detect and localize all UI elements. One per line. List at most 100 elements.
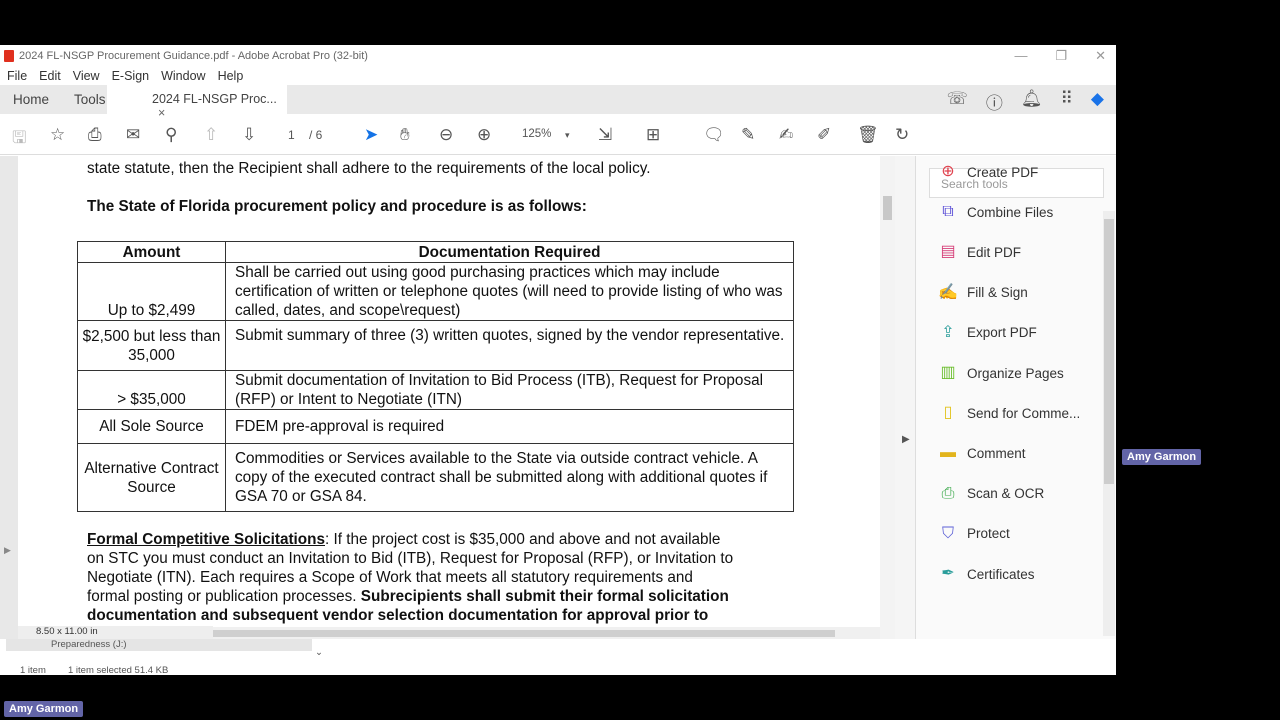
save-icon[interactable]: 🖫 (12, 125, 26, 154)
chevron-down-icon[interactable]: ⌄ (315, 647, 323, 658)
fill-sign-icon: ✍ (938, 283, 958, 301)
email-icon[interactable]: ✉ (126, 125, 140, 145)
pdf-page: state statute, then the Recipient shall … (18, 156, 880, 639)
table-row: Alternative Contract Source Commodities o… (77, 443, 794, 512)
page-number-input[interactable]: 1 (288, 128, 295, 142)
next-page-icon[interactable]: ⇩ (242, 125, 256, 145)
tool-export-pdf[interactable]: ⇪ Export PDF (938, 321, 1037, 345)
table-header: Amount Documentation Required (77, 241, 794, 263)
page-size-label: 8.50 x 11.00 in (18, 626, 213, 639)
table-row: > $35,000 Submit documentation of Invitat… (77, 370, 794, 410)
scroll-thumb[interactable] (210, 630, 835, 637)
creative-cloud-icon[interactable]: ◆ (1091, 89, 1104, 114)
paragraph-line: formal posting or publication processes.… (87, 587, 729, 606)
tool-certificates[interactable]: ✒ Certificates (938, 562, 1034, 586)
paragraph-label: Formal Competitive Solicitations (87, 531, 325, 548)
tool-organize-pages[interactable]: ▥ Organize Pages (938, 361, 1064, 385)
scan-ocr-icon: ⎙ (941, 484, 955, 502)
find-zoom-icon[interactable]: ⚲ (165, 125, 177, 145)
left-panel-expand-icon[interactable]: ▶ (4, 545, 11, 556)
participant-name-badge: Amy Garmon (1122, 449, 1202, 465)
bookmark-star-icon[interactable]: ☆ (50, 125, 65, 145)
participant-name-badge: Amy Garmon (4, 701, 84, 717)
tool-protect[interactable]: ⛉ Protect (938, 522, 1010, 546)
cell-amount: All Sole Source (77, 409, 226, 444)
zoom-in-icon[interactable]: ⊕ (477, 125, 491, 145)
paragraph-line: documentation and subsequent vendor sele… (87, 607, 709, 624)
tool-label: Combine Files (967, 204, 1054, 220)
window-title: 2024 FL-NSGP Procurement Guidance.pdf - … (19, 49, 368, 62)
apps-grid-icon[interactable]: ⠿ (1060, 89, 1072, 114)
scroll-thumb[interactable] (883, 196, 892, 220)
paragraph-text: formal posting or publication processes. (87, 588, 361, 605)
scroll-thumb[interactable] (1104, 219, 1114, 484)
tool-fill-sign[interactable]: ✍ Fill & Sign (938, 281, 1028, 305)
horizontal-scrollbar[interactable] (115, 627, 880, 639)
cell-doc: Shall be carried out using good purchasi… (225, 262, 794, 321)
tool-label: Fill & Sign (967, 285, 1028, 301)
zoom-level-dropdown[interactable]: 125% (522, 128, 551, 140)
cell-amount: > $35,000 (77, 370, 226, 410)
menu-edit[interactable]: Edit (39, 69, 61, 83)
menu-view[interactable]: View (73, 69, 100, 83)
tool-create-pdf[interactable]: ⊕ Create PDF (938, 160, 1038, 184)
acrobat-window: 2024 FL-NSGP Procurement Guidance.pdf - … (0, 45, 1116, 676)
table-row: Up to $2,499 Shall be carried out using g… (77, 262, 794, 321)
drive-item[interactable]: Preparedness (J:) (6, 639, 312, 651)
menu-window[interactable]: Window (161, 69, 205, 83)
right-panel-collapse[interactable]: ▶ (895, 156, 915, 639)
toolbar: 🖫 ☆ ⎙ ✉ ⚲ ⇧ ⇩ 1 / 6 ➤ ✋︎ ⊖ ⊕ 125% ▾ ⇲ ⊞ … (0, 115, 1116, 155)
certificates-icon: ✒ (941, 565, 955, 582)
cell-amount: Alternative Contract Source (77, 443, 226, 512)
tab-tools[interactable]: Tools (74, 92, 106, 107)
prev-page-icon[interactable]: ⇧ (204, 125, 218, 145)
page-fit-icon[interactable]: ⇲ (598, 125, 612, 145)
notifications-bell-icon[interactable]: 🔔︎ (1021, 89, 1043, 114)
measure-icon[interactable]: ⊞ (646, 125, 660, 145)
menu-bar: File Edit View E-Sign Window Help (0, 66, 1116, 85)
tool-scan-ocr[interactable]: ⎙ Scan & OCR (938, 482, 1045, 506)
close-button[interactable]: ✕ (1095, 48, 1106, 64)
tab-document-label: 2024 FL-NSGP Proc... (152, 92, 277, 106)
tab-document[interactable]: 2024 FL-NSGP Proc... × (107, 85, 287, 120)
menu-help[interactable]: Help (218, 69, 244, 83)
highlight-icon[interactable]: ✎ (741, 125, 755, 145)
cell-amount: Up to $2,499 (77, 262, 226, 321)
comment-tool-icon[interactable]: 🗨︎ (703, 125, 725, 145)
tool-comment[interactable]: ▬ Comment (938, 441, 1026, 465)
zoom-out-icon[interactable]: ⊖ (439, 125, 453, 145)
tool-label: Send for Comme... (967, 405, 1081, 421)
print-icon[interactable]: ⎙ (88, 125, 102, 145)
vertical-scrollbar[interactable] (880, 156, 895, 639)
share-feedback-icon[interactable]: ☏ (947, 89, 968, 114)
tab-home[interactable]: Home (13, 92, 49, 107)
tool-label: Create PDF (967, 164, 1039, 180)
section-heading: The State of Florida procurement policy … (87, 198, 587, 215)
tool-label: Export PDF (967, 325, 1037, 341)
menu-file[interactable]: File (7, 69, 27, 83)
minimize-button[interactable]: — (1014, 48, 1027, 64)
procurement-table: Amount Documentation Required Up to $2,49… (77, 241, 794, 512)
sign-icon[interactable]: ✍︎ (779, 125, 793, 145)
tool-edit-pdf[interactable]: ▤ Edit PDF (938, 240, 1021, 264)
hand-tool-icon[interactable]: ✋︎ (400, 125, 410, 145)
chevron-down-icon[interactable]: ▾ (565, 130, 570, 141)
cell-doc: Submit summary of three (3) written quot… (225, 320, 794, 371)
restore-button[interactable]: ❐ (1055, 48, 1067, 64)
tool-label: Comment (967, 445, 1026, 461)
create-pdf-icon: ⊕ (941, 163, 955, 180)
tool-combine-files[interactable]: ⧉ Combine Files (938, 200, 1053, 224)
tools-scrollbar[interactable] (1103, 211, 1115, 636)
edit-icon[interactable]: ✐ (817, 125, 831, 145)
tab-bar: Home Tools 2024 FL-NSGP Proc... × ☏ ⓘ 🔔︎… (0, 85, 1116, 120)
select-cursor-icon[interactable]: ➤ (364, 125, 378, 145)
delete-icon[interactable]: 🗑︎ (857, 125, 879, 145)
tool-send-comments[interactable]: ▯ Send for Comme... (938, 401, 1081, 425)
menu-esign[interactable]: E-Sign (112, 69, 150, 83)
help-icon[interactable]: ⓘ (986, 89, 1003, 114)
rotate-icon[interactable]: ↻ (895, 125, 909, 145)
item-count: 1 item (20, 665, 46, 676)
chevron-right-icon[interactable]: ▶ (902, 434, 910, 445)
tool-label: Organize Pages (967, 365, 1064, 381)
paragraph-bold-text: Subrecipients shall submit their formal … (360, 588, 729, 605)
